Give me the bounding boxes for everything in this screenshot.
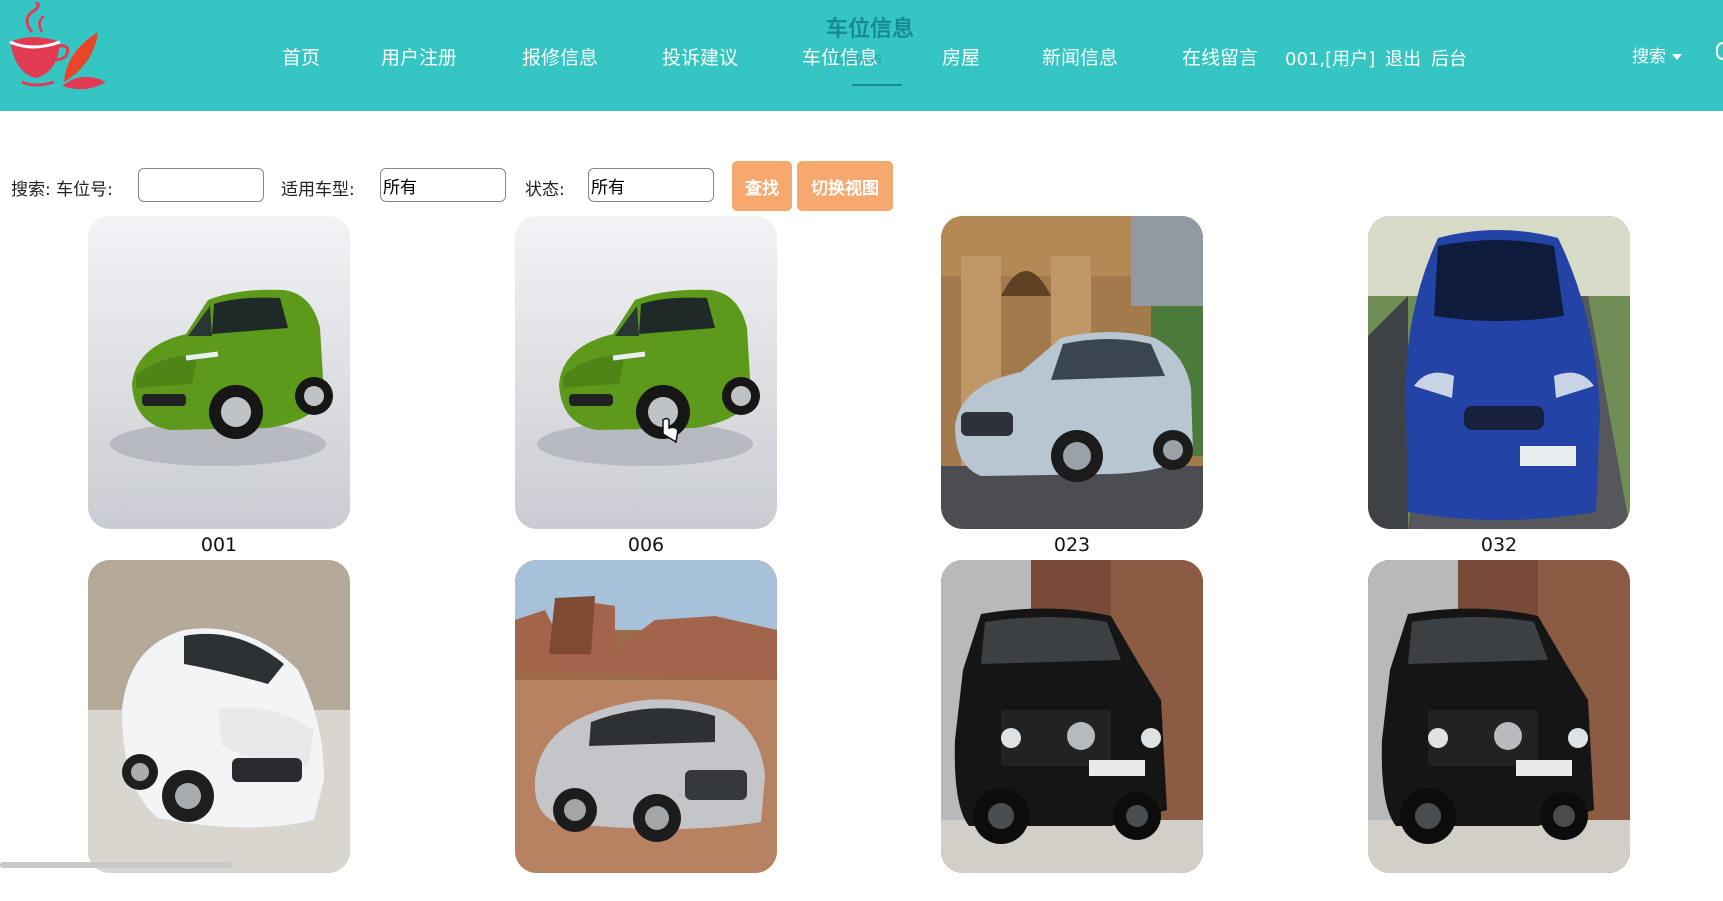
parking-number: 032 [1480,534,1518,556]
parking-card[interactable]: 006 [515,216,777,557]
search-dropdown-label: 搜索 [1632,47,1666,67]
car-photo[interactable] [941,216,1203,529]
nav-register[interactable]: 用户注册 [381,43,457,70]
parking-number [88,877,350,901]
nav-messages[interactable]: 在线留言 [1182,43,1258,70]
clipped-icon[interactable] [1716,42,1723,60]
parking-number: 001 [200,534,238,556]
horizontal-scrollbar[interactable] [0,862,232,868]
car-photo[interactable] [88,560,350,873]
nav-complaints[interactable]: 投诉建议 [662,43,738,70]
car-photo[interactable] [1368,216,1630,529]
vehicle-type-input[interactable] [380,168,506,202]
car-photo[interactable] [515,560,777,873]
parking-number-input[interactable] [138,168,264,202]
teacup-logo-icon[interactable] [2,2,106,90]
nav-parking-info[interactable]: 车位信息 [802,43,878,70]
parking-card[interactable] [1368,560,1630,901]
car-photo[interactable] [941,560,1203,873]
parking-number: 023 [1053,534,1091,556]
parking-number: 006 [627,534,665,556]
find-button[interactable]: 查找 [732,161,792,211]
parking-number [941,877,1203,901]
parking-card[interactable] [941,560,1203,901]
nav-home[interactable]: 首页 [282,43,320,70]
page-heading: 车位信息 [826,17,915,42]
top-navigation-bar: 车位信息 Details 首页 用户注册 报修信息 投诉建议 车位信息 房屋 新… [0,0,1723,111]
parking-card[interactable]: 023 [941,216,1203,557]
switch-view-button[interactable]: 切换视图 [797,161,893,211]
heading-underline [852,84,902,86]
parking-card[interactable] [88,560,350,901]
chevron-down-icon [1672,54,1682,60]
car-photo[interactable] [515,216,777,529]
parking-number [1368,877,1630,901]
nav-current-user[interactable]: 001,[用户] [1285,45,1375,71]
car-photo[interactable] [1368,560,1630,873]
search-dropdown[interactable]: 搜索 [1632,42,1682,67]
nav-news[interactable]: 新闻信息 [1042,43,1118,70]
parking-card[interactable]: 032 [1368,216,1630,557]
nav-housing[interactable]: 房屋 [942,43,980,70]
nav-admin[interactable]: 后台 [1431,45,1467,71]
nav-logout[interactable]: 退出 [1385,45,1421,71]
nav-repair-info[interactable]: 报修信息 [522,43,598,70]
status-input[interactable] [588,168,714,202]
status-label: 状态: [525,180,565,200]
vehicle-type-label: 适用车型: [281,180,355,200]
parking-card[interactable]: 001 [88,216,350,557]
parking-number [515,877,777,901]
parking-number-label: 搜索: 车位号: [11,180,113,200]
parking-card[interactable] [515,560,777,901]
car-photo[interactable] [88,216,350,529]
